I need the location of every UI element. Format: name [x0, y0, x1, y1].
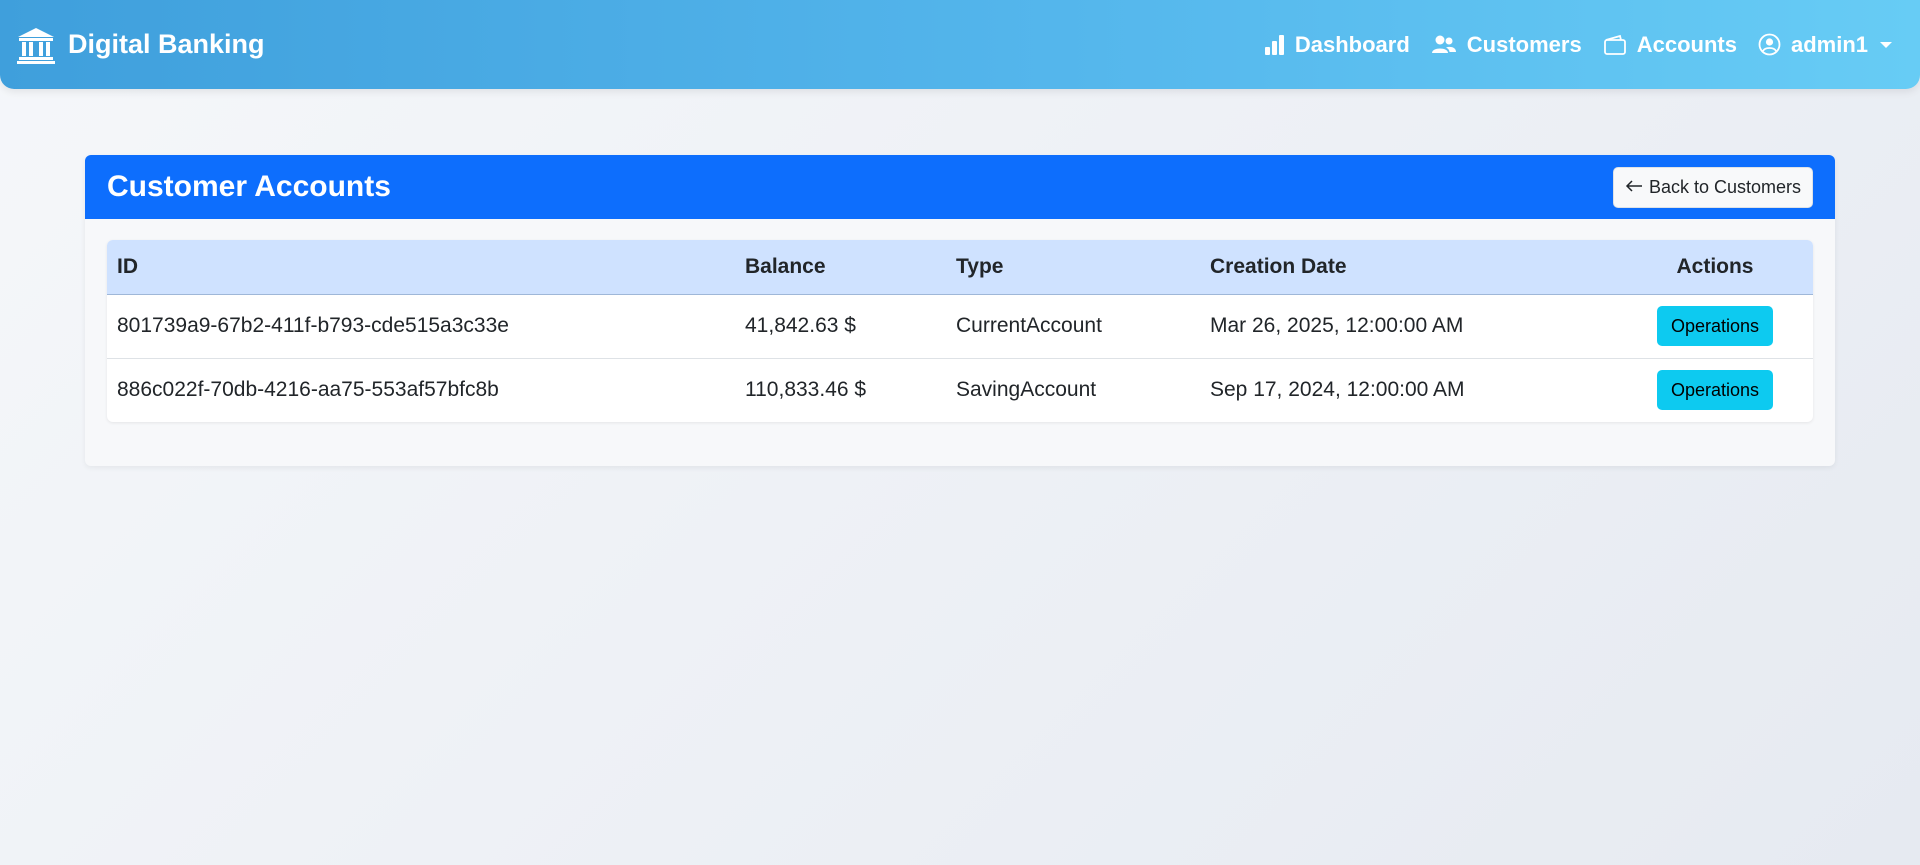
- account-balance: 110,833.46 $: [735, 357, 946, 422]
- arrow-left-icon: [1625, 177, 1643, 198]
- account-type: CurrentAccount: [956, 314, 1102, 337]
- table-row: 886c022f-70db-4216-aa75-553af57bfc8b 110…: [107, 357, 1813, 422]
- caret-down-icon: [1880, 41, 1892, 48]
- nav-dashboard-label: Dashboard: [1294, 31, 1410, 57]
- nav-accounts-label: Accounts: [1636, 31, 1737, 57]
- accounts-table-container: ID Balance Type Creation Date Actions 80…: [107, 240, 1813, 422]
- user-menu[interactable]: admin1: [1758, 32, 1892, 58]
- back-button-label: Back to Customers: [1648, 176, 1801, 197]
- account-id: 801739a9-67b2-411f-b793-cde515a3c33e: [117, 314, 509, 337]
- customer-accounts-card: Customer Accounts Back to Customers ID B…: [85, 155, 1835, 466]
- nav-dashboard[interactable]: Dashboard: [1263, 32, 1410, 58]
- brand-label: Digital Banking: [68, 29, 265, 59]
- user-circle-icon: [1758, 33, 1781, 56]
- account-id: 886c022f-70db-4216-aa75-553af57bfc8b: [107, 357, 735, 422]
- actions-cell: Operations: [1617, 294, 1813, 358]
- header-balance: Balance: [735, 240, 946, 295]
- nav-accounts[interactable]: Accounts: [1603, 32, 1737, 58]
- nav-customers-label: Customers: [1466, 31, 1582, 57]
- operations-button[interactable]: Operations: [1657, 306, 1773, 346]
- wallet-icon: [1603, 34, 1627, 56]
- bar-chart-icon: [1263, 34, 1285, 56]
- accounts-table: ID Balance Type Creation Date Actions 80…: [107, 240, 1813, 422]
- back-to-customers-button[interactable]: Back to Customers: [1612, 166, 1813, 208]
- operations-button[interactable]: Operations: [1657, 370, 1773, 411]
- account-type: SavingAccount: [946, 357, 1200, 422]
- user-name: admin1: [1790, 31, 1868, 57]
- account-balance: 41,842.63 $: [745, 314, 856, 337]
- actions-cell: Operations: [1617, 357, 1813, 422]
- header-actions: Actions: [1617, 240, 1813, 295]
- nav-links: Dashboard Customers Accounts admin1: [1263, 32, 1904, 58]
- account-creation-date: Mar 26, 2025, 12:00:00 AM: [1210, 314, 1464, 337]
- people-icon: [1431, 34, 1457, 56]
- card-header: Customer Accounts Back to Customers: [85, 155, 1835, 219]
- header-type: Type: [946, 240, 1200, 295]
- header-creation-date: Creation Date: [1200, 240, 1617, 295]
- top-navbar: Digital Banking Dashboard Customers Acco…: [0, 0, 1920, 89]
- bank-icon: [16, 26, 56, 64]
- account-creation-date: Sep 17, 2024, 12:00:00 AM: [1200, 357, 1617, 422]
- header-id: ID: [107, 240, 735, 295]
- brand[interactable]: Digital Banking: [16, 26, 265, 64]
- table-row: 801739a9-67b2-411f-b793-cde515a3c33e 41,…: [107, 294, 1813, 358]
- page-title: Customer Accounts: [107, 170, 391, 203]
- table-header-row: ID Balance Type Creation Date Actions: [107, 240, 1813, 295]
- nav-customers[interactable]: Customers: [1431, 32, 1582, 58]
